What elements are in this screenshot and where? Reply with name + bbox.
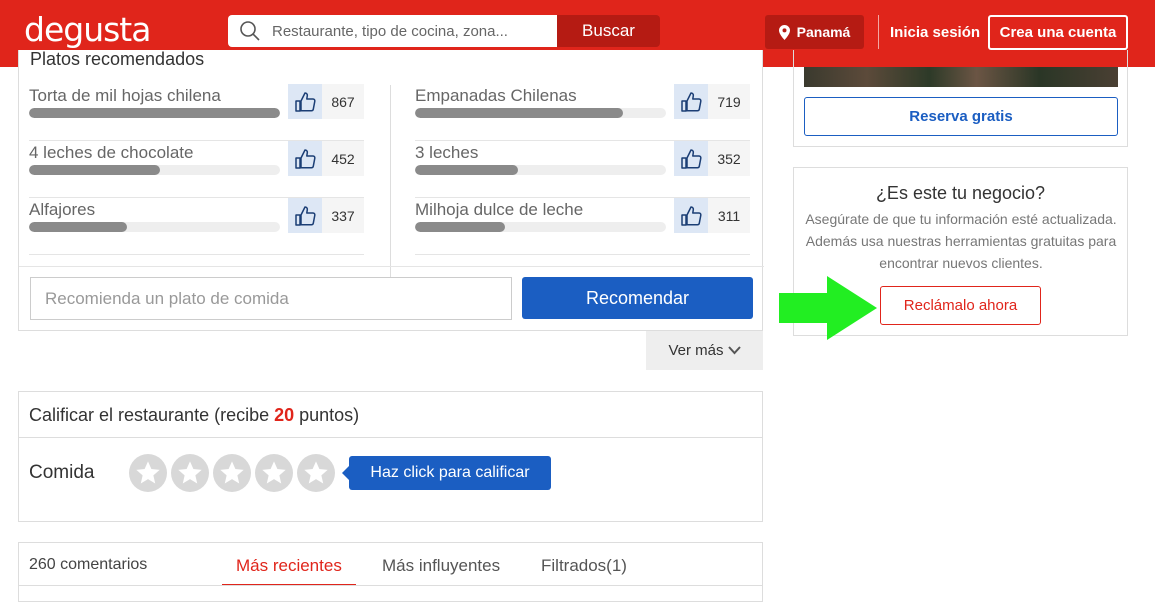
chevron-down-icon bbox=[727, 346, 741, 355]
header-divider bbox=[878, 15, 879, 49]
dish-popularity-fill bbox=[415, 108, 624, 118]
comments-count: 260 comentarios bbox=[29, 556, 148, 573]
column-divider bbox=[390, 85, 391, 282]
dish-row: Torta de mil hojas chilena 867 bbox=[29, 84, 364, 141]
search-icon bbox=[228, 20, 272, 42]
signup-button[interactable]: Crea una cuenta bbox=[988, 15, 1128, 50]
thumbs-up-icon[interactable] bbox=[288, 198, 322, 233]
dish-name: 3 leches bbox=[415, 143, 479, 162]
dish-like-count: 867 bbox=[322, 84, 364, 119]
search-button[interactable]: Buscar bbox=[557, 15, 660, 47]
recommended-dishes-card: Platos recomendados Torta de mil hojas c… bbox=[18, 49, 764, 331]
dish-name: Alfajores bbox=[29, 200, 96, 219]
rate-title: Calificar el restaurante (recibe 20 punt… bbox=[19, 392, 762, 438]
dish-row: 3 leches 352 bbox=[415, 141, 750, 198]
star-rating bbox=[129, 454, 335, 492]
tab-most-recent[interactable]: Más recientes bbox=[222, 556, 356, 586]
dish-row: Empanadas Chilenas 719 bbox=[415, 84, 750, 141]
dish-like-count: 337 bbox=[322, 198, 364, 233]
comments-section: 260 comentarios Más recientes Más influy… bbox=[18, 542, 763, 602]
dish-popularity-bar bbox=[415, 165, 666, 175]
search-input[interactable] bbox=[272, 22, 552, 40]
search-bar: Buscar bbox=[228, 15, 660, 47]
green-arrow-icon bbox=[779, 276, 877, 340]
star-icon[interactable] bbox=[129, 454, 167, 492]
thumbs-up-icon[interactable] bbox=[674, 198, 708, 233]
dish-popularity-bar bbox=[29, 165, 280, 175]
claim-button[interactable]: Reclámalo ahora bbox=[880, 286, 1041, 325]
dish-like-count: 352 bbox=[708, 141, 750, 176]
dish-like-count: 452 bbox=[322, 141, 364, 176]
tab-filtered[interactable]: Filtrados(1) bbox=[541, 556, 627, 584]
dish-row: Alfajores 337 bbox=[29, 198, 364, 255]
see-more-label: Ver más bbox=[668, 342, 724, 359]
thumbs-up-icon[interactable] bbox=[288, 84, 322, 119]
dishes-title: Platos recomendados bbox=[30, 49, 205, 69]
dish-name: Milhoja dulce de leche bbox=[415, 200, 584, 219]
section-divider bbox=[19, 266, 764, 267]
restaurant-photo[interactable] bbox=[804, 67, 1118, 87]
dish-name: Torta de mil hojas chilena bbox=[29, 86, 221, 105]
thumbs-up-icon[interactable] bbox=[288, 141, 322, 176]
dish-row: Milhoja dulce de leche 311 bbox=[415, 198, 750, 255]
rate-restaurant-card: Calificar el restaurante (recibe 20 punt… bbox=[18, 391, 763, 522]
see-more-button[interactable]: Ver más bbox=[646, 331, 763, 370]
reserve-button[interactable]: Reserva gratis bbox=[804, 97, 1118, 136]
claim-business-title: ¿Es este tu negocio? bbox=[875, 183, 1046, 203]
rating-category-label: Comida bbox=[29, 462, 95, 483]
star-icon[interactable] bbox=[213, 454, 251, 492]
thumbs-up-icon[interactable] bbox=[674, 141, 708, 176]
tabs-underline bbox=[19, 585, 762, 586]
location-pin-icon bbox=[778, 24, 790, 40]
degusta-logo[interactable]: degusta bbox=[24, 10, 151, 49]
reservation-card: Reserva gratis bbox=[793, 50, 1128, 147]
dish-popularity-bar bbox=[29, 108, 280, 118]
rate-points: 20 bbox=[274, 405, 295, 425]
rate-title-suffix: puntos) bbox=[294, 405, 360, 425]
star-icon[interactable] bbox=[297, 454, 335, 492]
search-box bbox=[228, 15, 557, 47]
tab-most-influential[interactable]: Más influyentes bbox=[382, 556, 500, 584]
dish-popularity-fill bbox=[29, 222, 127, 232]
claim-business-description: Asegúrate de que tu información esté act… bbox=[805, 211, 1117, 271]
recommend-button[interactable]: Recomendar bbox=[522, 277, 753, 319]
dish-popularity-fill bbox=[29, 165, 160, 175]
dish-popularity-bar bbox=[415, 222, 666, 232]
dish-name: 4 leches de chocolate bbox=[29, 143, 194, 162]
dish-name: Empanadas Chilenas bbox=[415, 86, 577, 105]
dish-like-count: 719 bbox=[708, 84, 750, 119]
dish-popularity-bar bbox=[415, 108, 666, 118]
dish-popularity-fill bbox=[415, 165, 518, 175]
rate-title-prefix: Calificar el restaurante (recibe bbox=[29, 405, 275, 425]
dish-popularity-fill bbox=[29, 108, 280, 118]
thumbs-up-icon[interactable] bbox=[674, 84, 708, 119]
star-icon[interactable] bbox=[255, 454, 293, 492]
rating-tooltip: Haz click para calificar bbox=[342, 456, 551, 490]
recommend-dish-input[interactable] bbox=[30, 277, 512, 320]
location-label: Panamá bbox=[796, 24, 851, 40]
star-icon[interactable] bbox=[171, 454, 209, 492]
location-button[interactable]: Panamá bbox=[765, 15, 864, 49]
dish-row: 4 leches de chocolate 452 bbox=[29, 141, 364, 198]
dish-like-count: 311 bbox=[708, 198, 750, 233]
login-link[interactable]: Inicia sesión bbox=[890, 24, 980, 41]
dish-popularity-bar bbox=[29, 222, 280, 232]
dish-popularity-fill bbox=[415, 222, 506, 232]
